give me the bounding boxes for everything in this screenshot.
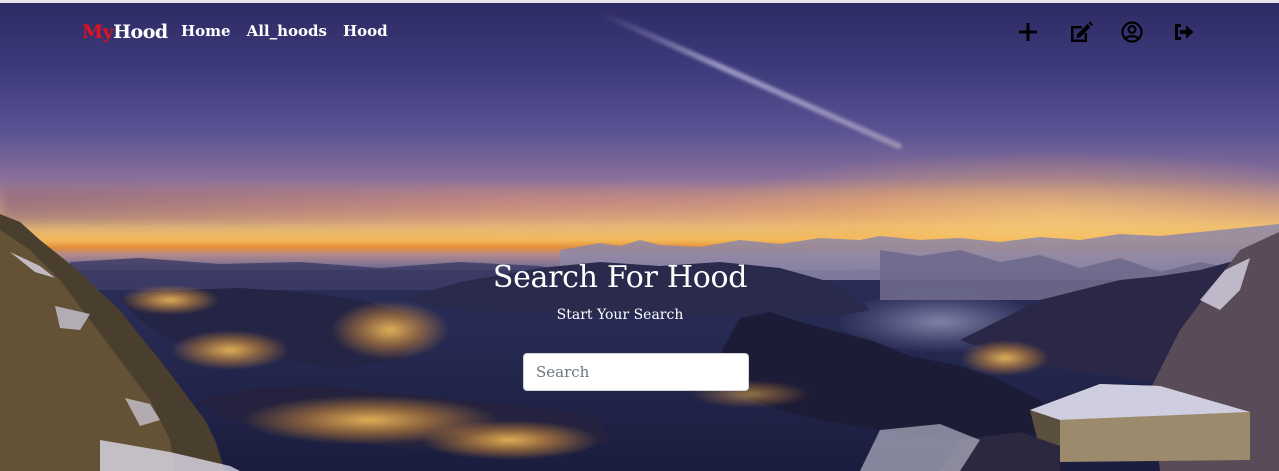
- nav-links: Home All_hoods Hood: [181, 22, 388, 40]
- plus-icon: [1016, 20, 1040, 44]
- add-button[interactable]: [1016, 20, 1068, 44]
- nav-link-hood[interactable]: Hood: [343, 22, 388, 40]
- hero-subtitle: Start Your Search: [556, 307, 684, 323]
- edit-icon: [1068, 20, 1094, 44]
- search-form: [523, 353, 749, 391]
- logout-button[interactable]: [1172, 20, 1224, 44]
- user-circle-icon: [1120, 20, 1144, 44]
- landscape-image: [0, 214, 1279, 471]
- nav-icons: [1016, 20, 1224, 44]
- nav-link-all-hoods[interactable]: All_hoods: [247, 22, 327, 40]
- profile-button[interactable]: [1120, 20, 1172, 44]
- brand-prefix: My: [82, 21, 114, 43]
- edit-button[interactable]: [1068, 20, 1120, 44]
- hero: Search For Hood Start Your Search: [0, 256, 1240, 324]
- navbar: MyHood Home All_hoods Hood: [0, 3, 1279, 59]
- hero-title: Search For Hood: [492, 260, 748, 295]
- search-input[interactable]: [523, 353, 749, 391]
- city-lights: [960, 340, 1050, 376]
- logout-icon: [1172, 20, 1196, 44]
- page: MyHood Home All_hoods Hood Search For Ho…: [0, 0, 1279, 471]
- brand-logo[interactable]: MyHood: [82, 21, 168, 43]
- brand-suffix: Hood: [113, 21, 168, 43]
- nav-link-home[interactable]: Home: [181, 22, 231, 40]
- city-lights: [420, 420, 600, 460]
- city-lights: [170, 330, 290, 370]
